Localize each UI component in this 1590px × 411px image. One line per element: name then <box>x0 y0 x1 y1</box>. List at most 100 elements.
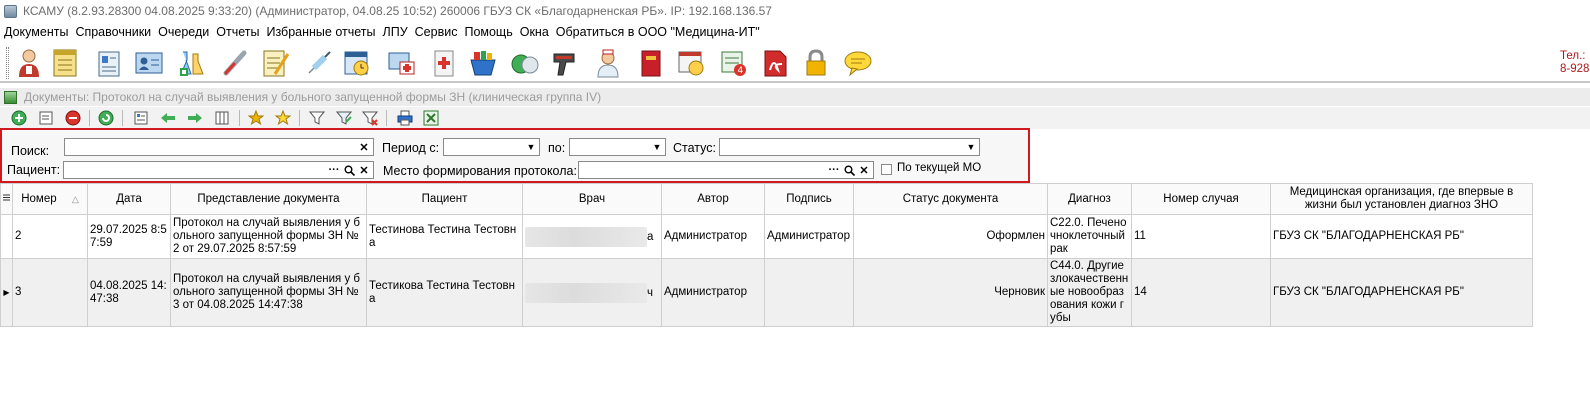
chevron-down-icon[interactable]: ▼ <box>524 140 538 154</box>
journal-icon[interactable] <box>50 47 80 79</box>
row-indicator[interactable] <box>0 214 13 259</box>
redacted-doctor-name <box>525 282 647 303</box>
filter-edit-icon[interactable] <box>334 109 354 127</box>
toolbar-grip[interactable] <box>6 47 9 79</box>
edit-document-icon[interactable] <box>36 109 56 127</box>
document-icon <box>4 90 17 104</box>
more-options-icon[interactable]: ··· <box>827 163 841 177</box>
menu-windows[interactable]: Окна <box>519 25 555 39</box>
filter-panel: Поиск: ✕ Период с: ▼ по: ▼ Статус: ▼ Пац… <box>0 128 1030 183</box>
menu-lpu[interactable]: ЛПУ <box>382 25 414 39</box>
menu-service[interactable]: Сервис <box>414 25 464 39</box>
lab-flasks-icon[interactable] <box>177 47 207 79</box>
column-header-doctor[interactable]: Врач <box>522 183 662 215</box>
menu-queues[interactable]: Очереди <box>157 25 215 39</box>
window-title: КСАМУ (8.2.93.28300 04.08.2025 9:33:20) … <box>23 4 772 18</box>
menu-reports[interactable]: Отчеты <box>215 25 265 39</box>
search-label: Поиск: <box>11 144 50 158</box>
column-header-document[interactable]: Представление документа <box>170 183 367 215</box>
document-toolbar <box>0 107 1590 129</box>
thermometer-icon[interactable] <box>220 47 250 79</box>
search-icon[interactable] <box>842 163 856 177</box>
chat-bubble-icon[interactable] <box>842 47 872 79</box>
red-book-icon[interactable] <box>636 47 666 79</box>
cell-case-number: 14 <box>1131 258 1271 327</box>
favorites-icon[interactable] <box>273 109 293 127</box>
search-icon[interactable] <box>342 163 356 177</box>
add-icon[interactable] <box>9 109 29 127</box>
chevron-down-icon[interactable]: ▼ <box>964 140 978 154</box>
columns-icon[interactable] <box>212 109 232 127</box>
clear-place-icon[interactable]: ✕ <box>857 163 871 177</box>
cell-signature: Администратор <box>764 214 854 259</box>
cell-patient: Тестинова Тестина Тестовна <box>366 214 523 259</box>
window-titlebar: КСАМУ (8.2.93.28300 04.08.2025 9:33:20) … <box>0 0 1590 22</box>
cell-diagnosis: C22.0. Печеночноклеточный рак <box>1047 214 1132 259</box>
menu-documents[interactable]: Документы <box>3 25 74 39</box>
calendar-clock-icon[interactable] <box>342 47 372 79</box>
chevron-down-icon[interactable]: ▼ <box>650 140 664 154</box>
phone-label: Тел.: <box>1560 50 1586 62</box>
close-window-icon[interactable] <box>421 109 441 127</box>
column-header-number[interactable]: Номер △ <box>12 183 88 215</box>
lock-icon[interactable] <box>801 47 831 79</box>
clear-patient-icon[interactable]: ✕ <box>357 163 371 177</box>
clear-filter-icon[interactable] <box>360 109 380 127</box>
current-row-arrow-icon: ▶ <box>3 288 10 297</box>
barcode-scanner-icon[interactable] <box>550 47 580 79</box>
menu-help[interactable]: Помощь <box>463 25 518 39</box>
filter-icon[interactable] <box>307 109 327 127</box>
cell-doctor: а <box>522 214 662 259</box>
place-input[interactable]: ··· ✕ <box>578 161 874 179</box>
menu-favorite-reports[interactable]: Избранные отчеты <box>265 25 381 39</box>
list-view-icon[interactable] <box>131 109 151 127</box>
menu-references[interactable]: Справочники <box>74 25 157 39</box>
column-header-organization[interactable]: Медицинская организация, где впервые в ж… <box>1270 183 1533 215</box>
clear-search-icon[interactable]: ✕ <box>357 140 371 154</box>
medical-monitor-icon[interactable] <box>386 47 416 79</box>
schedule-window-icon[interactable] <box>676 47 706 79</box>
more-options-icon[interactable]: ··· <box>327 163 341 177</box>
medical-book-icon[interactable] <box>429 47 459 79</box>
table-header-row: Номер △ Дата Представление документа Пац… <box>0 183 1533 215</box>
pdf-icon[interactable] <box>760 47 790 79</box>
period-from-select[interactable]: ▼ <box>443 138 540 156</box>
status-label: Статус: <box>673 141 716 155</box>
syringe-icon[interactable] <box>304 47 334 79</box>
add-favorite-icon[interactable] <box>246 109 266 127</box>
table-row[interactable]: 2 29.07.2025 8:57:59 Протокол на случай … <box>0 214 1533 259</box>
column-header-date[interactable]: Дата <box>87 183 171 215</box>
column-header-case-number[interactable]: Номер случая <box>1131 183 1271 215</box>
card-file-icon[interactable] <box>94 47 124 79</box>
cell-doctor: ч <box>522 258 662 327</box>
column-header-signature[interactable]: Подпись <box>764 183 854 215</box>
row-indicator[interactable]: ▶ <box>0 258 13 327</box>
search-input[interactable]: ✕ <box>64 138 374 156</box>
nurse-icon[interactable] <box>593 47 623 79</box>
phone-number: 8-928 <box>1560 63 1590 75</box>
current-mo-checkbox[interactable] <box>881 164 892 175</box>
period-to-select[interactable]: ▼ <box>569 138 666 156</box>
patient-input[interactable]: ··· ✕ <box>63 161 374 179</box>
basket-icon[interactable] <box>468 47 498 79</box>
column-header-patient[interactable]: Пациент <box>366 183 523 215</box>
id-card-icon[interactable] <box>134 47 164 79</box>
delete-icon[interactable] <box>63 109 83 127</box>
column-header-status[interactable]: Статус документа <box>853 183 1048 215</box>
toolbar-separator <box>299 110 300 126</box>
doctor-icon[interactable] <box>14 47 44 79</box>
row-indicator-header[interactable] <box>0 183 13 215</box>
arrow-right-icon[interactable] <box>185 109 205 127</box>
table-row[interactable]: ▶ 3 04.08.2025 14:47:38 Протокол на случ… <box>0 258 1533 327</box>
arrow-left-icon[interactable] <box>158 109 178 127</box>
pills-icon[interactable] <box>510 47 540 79</box>
status-select[interactable]: ▼ <box>719 138 980 156</box>
notepad-pencil-icon[interactable] <box>261 47 291 79</box>
toolbar-separator <box>89 110 90 126</box>
refresh-icon[interactable] <box>96 109 116 127</box>
column-header-author[interactable]: Автор <box>661 183 765 215</box>
column-header-diagnosis[interactable]: Диагноз <box>1047 183 1132 215</box>
menu-contact-support[interactable]: Обратиться в ООО "Медицина-ИТ" <box>555 25 766 39</box>
print-icon[interactable] <box>395 109 415 127</box>
notifications-icon[interactable]: 4 <box>719 47 749 79</box>
